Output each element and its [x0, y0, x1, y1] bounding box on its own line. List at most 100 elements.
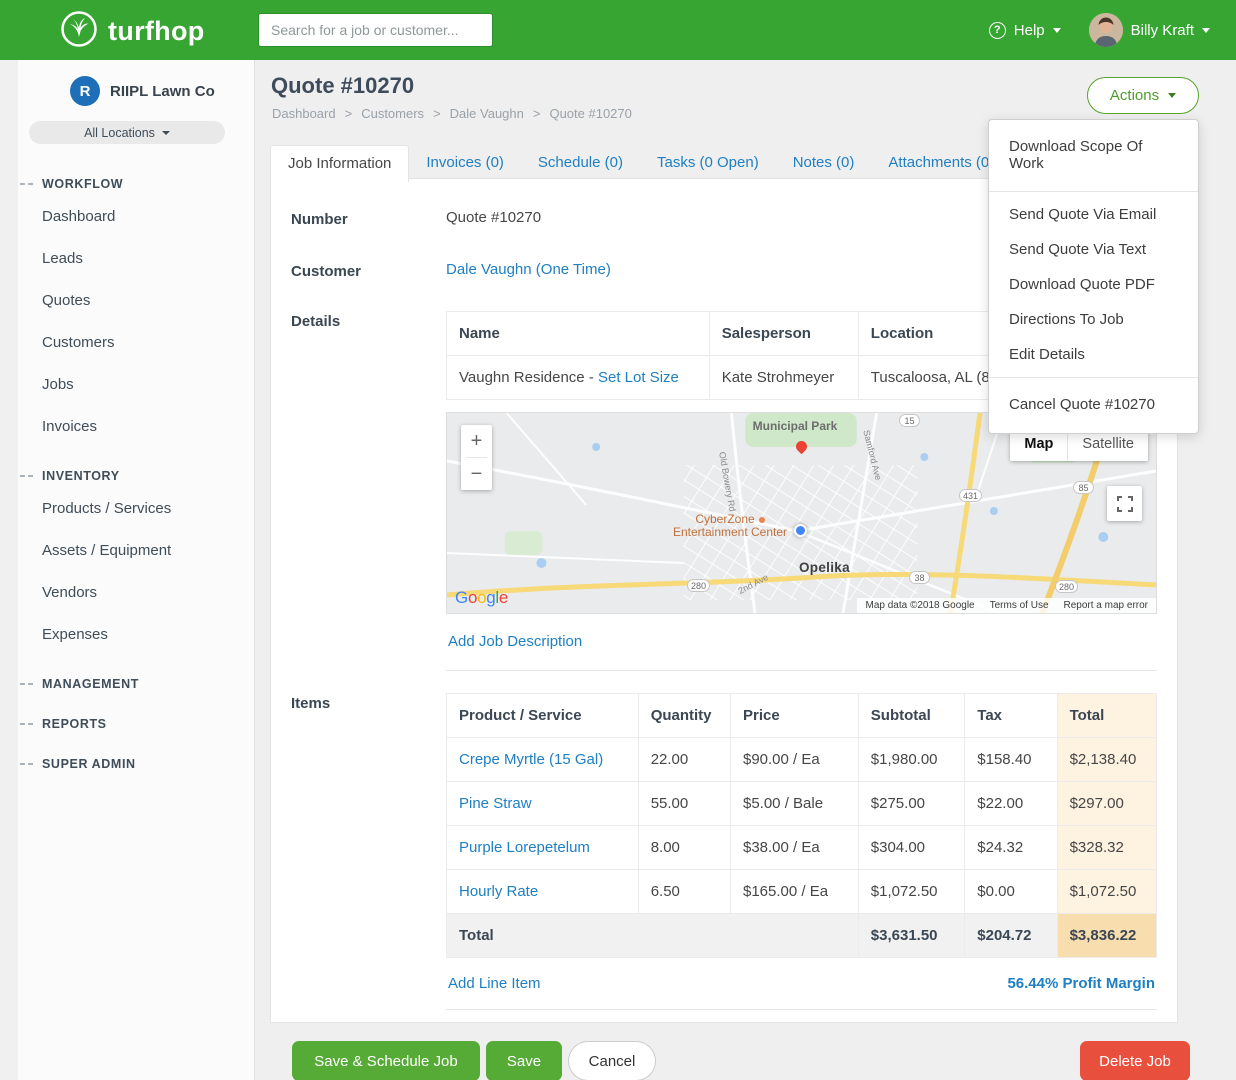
user-menu[interactable]: Billy Kraft — [1089, 13, 1210, 47]
sidebar-item-vendors[interactable]: Vendors — [0, 572, 254, 614]
company-logo: R — [70, 76, 100, 106]
fullscreen-button[interactable] — [1107, 486, 1142, 521]
section-label: MANAGEMENT — [42, 677, 139, 691]
sidebar-item-products-services[interactable]: Products / Services — [0, 488, 254, 530]
table-row: Hourly Rate 6.50 $165.00 / Ea $1,072.50 … — [447, 870, 1157, 914]
sidebar-item-customers[interactable]: Customers — [0, 322, 254, 364]
total-cell: $2,138.40 — [1057, 738, 1156, 782]
company-switcher[interactable]: R RIIPL Lawn Co — [0, 60, 254, 106]
items-header-quantity: Quantity — [638, 694, 730, 738]
chevron-down-icon — [1168, 93, 1176, 98]
sidebar-item-expenses[interactable]: Expenses — [0, 614, 254, 656]
footer-action-bar: Save & Schedule Job Save Cancel Delete J… — [270, 1041, 1236, 1080]
cyberzone-line2: Entertainment Center — [673, 525, 787, 539]
section-header-super-admin[interactable]: SUPER ADMIN — [0, 752, 254, 776]
google-logo[interactable]: Google — [455, 588, 508, 608]
tab-tasks[interactable]: Tasks (0 Open) — [640, 145, 776, 181]
map-label-cyberzone: CyberZone Entertainment Center — [655, 513, 805, 539]
menu-item-send-email[interactable]: Send Quote Via Email — [989, 197, 1198, 232]
actions-button[interactable]: Actions — [1087, 77, 1199, 114]
report-map-error-link[interactable]: Report a map error — [1064, 600, 1148, 611]
brand-logo[interactable]: turfhop — [60, 10, 205, 53]
add-line-item-link[interactable]: Add Line Item — [448, 975, 541, 992]
add-job-description-row: Add Job Description — [446, 614, 1157, 671]
price-cell: $38.00 / Ea — [730, 826, 858, 870]
customer-type-link[interactable]: (One Time) — [536, 261, 611, 278]
customer-label: Customer — [291, 261, 446, 280]
items-header-product: Product / Service — [447, 694, 639, 738]
breadcrumb-customers[interactable]: Customers — [361, 106, 424, 121]
tab-job-information[interactable]: Job Information — [270, 145, 409, 182]
section-header-management[interactable]: MANAGEMENT — [0, 672, 254, 696]
table-row: Crepe Myrtle (15 Gal) 22.00 $90.00 / Ea … — [447, 738, 1157, 782]
sidebar-item-quotes[interactable]: Quotes — [0, 280, 254, 322]
breadcrumb-separator: > — [433, 106, 441, 121]
menu-item-cancel-quote[interactable]: Cancel Quote #10270 — [989, 383, 1198, 427]
menu-item-directions[interactable]: Directions To Job — [989, 302, 1198, 337]
details-header-name: Name — [447, 312, 710, 356]
save-button[interactable]: Save — [486, 1041, 562, 1080]
product-link[interactable]: Crepe Myrtle (15 Gal) — [459, 751, 603, 768]
items-total-row: Total $3,631.50 $204.72 $3,836.22 — [447, 914, 1157, 958]
number-label: Number — [291, 209, 446, 228]
section-collapse-icon — [20, 763, 33, 765]
sidebar-item-leads[interactable]: Leads — [0, 238, 254, 280]
menu-item-download-scope[interactable]: Download Scope Of Work — [989, 126, 1198, 186]
locations-dropdown[interactable]: All Locations — [29, 121, 225, 144]
nav-section-super-admin: SUPER ADMIN — [0, 752, 254, 776]
search-input[interactable] — [258, 13, 493, 47]
sidebar-item-jobs[interactable]: Jobs — [0, 364, 254, 406]
items-header-tax: Tax — [965, 694, 1057, 738]
set-lot-size-link[interactable]: Set Lot Size — [598, 369, 679, 386]
menu-item-edit-details[interactable]: Edit Details — [989, 337, 1198, 372]
cancel-button[interactable]: Cancel — [568, 1041, 656, 1080]
save-schedule-job-button[interactable]: Save & Schedule Job — [292, 1041, 480, 1080]
breadcrumb-dashboard[interactable]: Dashboard — [272, 106, 336, 121]
tax-cell: $0.00 — [965, 870, 1057, 914]
product-link[interactable]: Hourly Rate — [459, 883, 538, 900]
table-row: Pine Straw 55.00 $5.00 / Bale $275.00 $2… — [447, 782, 1157, 826]
google-letter: o — [468, 588, 477, 607]
tab-invoices[interactable]: Invoices (0) — [409, 145, 521, 181]
sidebar-item-invoices[interactable]: Invoices — [0, 406, 254, 448]
location-map[interactable]: + − Map Satellite — [446, 412, 1157, 614]
route-shield: 280 — [1055, 580, 1078, 593]
turfhop-grass-icon — [60, 10, 98, 53]
section-header-workflow[interactable]: WORKFLOW — [0, 172, 254, 196]
brand-name: turfhop — [108, 16, 205, 47]
section-header-reports[interactable]: REPORTS — [0, 712, 254, 736]
total-tax: $204.72 — [965, 914, 1057, 958]
nav-section-inventory: INVENTORY Products / Services Assets / E… — [0, 464, 254, 656]
add-job-description-link[interactable]: Add Job Description — [448, 633, 582, 650]
actions-dropdown-menu: Download Scope Of Work Send Quote Via Em… — [988, 119, 1199, 434]
tab-notes[interactable]: Notes (0) — [776, 145, 872, 181]
product-link[interactable]: Purple Lorepetelum — [459, 839, 590, 856]
section-collapse-icon — [20, 723, 33, 725]
route-shield: 38 — [909, 571, 930, 584]
sidebar-item-dashboard[interactable]: Dashboard — [0, 196, 254, 238]
zoom-in-button[interactable]: + — [461, 425, 492, 457]
menu-item-download-pdf[interactable]: Download Quote PDF — [989, 267, 1198, 302]
section-header-inventory[interactable]: INVENTORY — [0, 464, 254, 488]
zoom-out-button[interactable]: − — [461, 458, 492, 490]
sidebar: R RIIPL Lawn Co All Locations WORKFLOW D… — [0, 60, 255, 1080]
map-label-opelika: Opelika — [799, 560, 850, 575]
customer-link[interactable]: Dale Vaughn — [446, 261, 532, 278]
quantity-cell: 6.50 — [638, 870, 730, 914]
menu-item-send-text[interactable]: Send Quote Via Text — [989, 232, 1198, 267]
route-shield: 85 — [1073, 481, 1094, 494]
google-letter: G — [455, 588, 468, 607]
help-menu[interactable]: ? Help — [989, 22, 1061, 39]
place-marker-icon — [759, 517, 765, 523]
cyberzone-line1: CyberZone — [695, 512, 754, 526]
quantity-cell: 22.00 — [638, 738, 730, 782]
details-header-salesperson: Salesperson — [709, 312, 858, 356]
sidebar-item-assets-equipment[interactable]: Assets / Equipment — [0, 530, 254, 572]
tab-schedule[interactable]: Schedule (0) — [521, 145, 640, 181]
product-link[interactable]: Pine Straw — [459, 795, 532, 812]
terms-of-use-link[interactable]: Terms of Use — [990, 600, 1049, 611]
breadcrumb-separator: > — [533, 106, 541, 121]
nav-section-reports: REPORTS — [0, 712, 254, 736]
delete-job-button[interactable]: Delete Job — [1080, 1041, 1190, 1080]
breadcrumb-customer-name[interactable]: Dale Vaughn — [450, 106, 524, 121]
